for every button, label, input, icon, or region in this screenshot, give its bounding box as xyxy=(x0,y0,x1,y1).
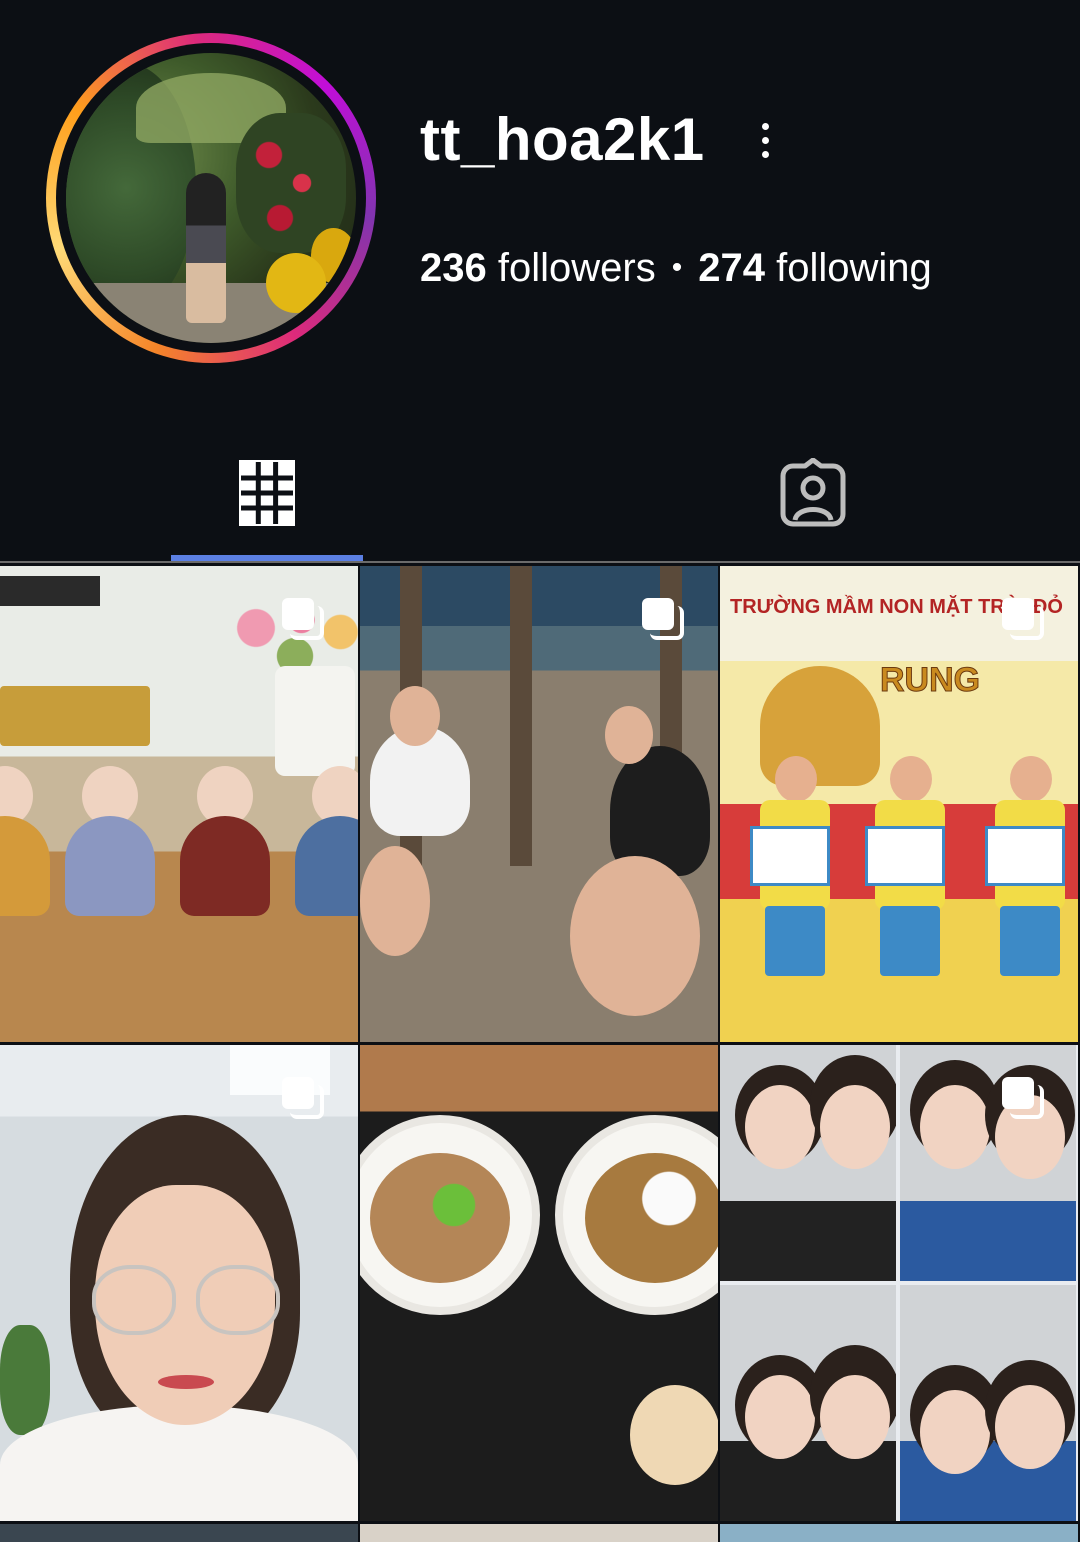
profile-username: tt_hoa2k1 xyxy=(420,106,705,173)
tab-divider xyxy=(0,561,1080,563)
post-thumbnail[interactable] xyxy=(360,566,718,1042)
multiple-images-icon xyxy=(1002,598,1048,642)
post-thumbnail[interactable] xyxy=(360,1045,718,1521)
post-thumbnail[interactable] xyxy=(0,1045,358,1521)
tagged-person-icon xyxy=(780,458,846,527)
contest-title-text: RUNG xyxy=(879,661,981,700)
post-thumbnail[interactable] xyxy=(720,1524,1078,1542)
multiple-images-icon xyxy=(282,598,328,642)
more-options-icon[interactable] xyxy=(752,118,778,166)
multiple-images-icon xyxy=(282,1077,328,1121)
avatar-photo xyxy=(66,53,356,343)
tab-tagged[interactable] xyxy=(717,440,909,560)
followers-count[interactable]: 236 xyxy=(420,246,487,290)
post-thumbnail[interactable] xyxy=(0,1524,358,1542)
multiple-images-icon xyxy=(642,598,688,642)
post-thumbnail[interactable]: TRƯỜNG MẦM NON MẶT TRỜI ĐỎ RUNG xyxy=(720,566,1078,1042)
post-thumbnail[interactable] xyxy=(0,566,358,1042)
stats-separator: • xyxy=(671,251,683,284)
tab-posts[interactable] xyxy=(171,440,363,560)
profile-stats: 236 followers • 274 following xyxy=(420,244,932,292)
multiple-images-icon xyxy=(1002,1077,1048,1121)
post-thumbnail[interactable] xyxy=(720,1045,1078,1521)
profile-avatar[interactable] xyxy=(46,33,376,363)
following-count[interactable]: 274 xyxy=(698,246,765,290)
followers-label[interactable]: followers xyxy=(498,246,656,290)
grid-icon xyxy=(239,460,295,526)
post-thumbnail[interactable] xyxy=(360,1524,718,1542)
following-label[interactable]: following xyxy=(776,246,932,290)
